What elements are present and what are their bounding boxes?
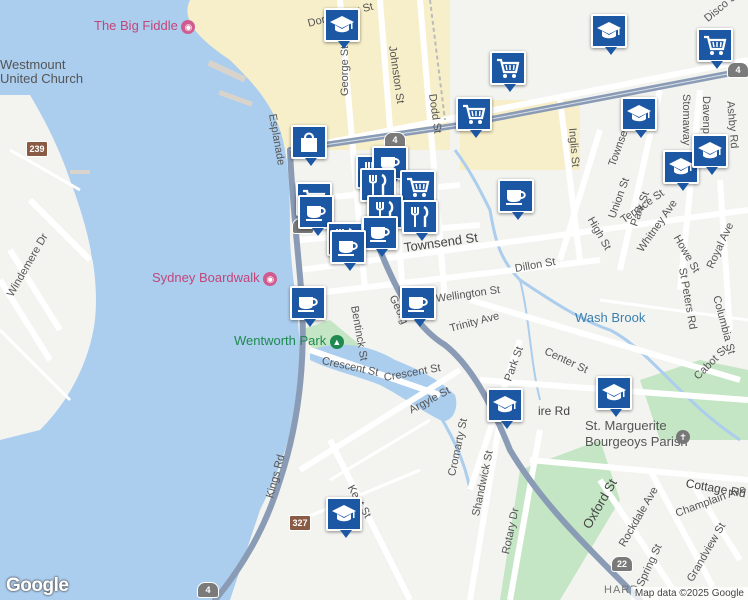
route-shield: 22: [611, 556, 633, 572]
route-shield: 4: [197, 582, 219, 598]
map-attribution[interactable]: Map data ©2025 Google: [630, 587, 748, 600]
marker-shopping[interactable]: [456, 97, 492, 138]
place-big-fiddle[interactable]: The Big Fiddle ◉: [94, 18, 196, 34]
marker-shopping[interactable]: [400, 170, 436, 211]
place-wentworth-park[interactable]: Wentworth Park ▲: [234, 333, 344, 349]
street-label: ire Rd: [538, 404, 571, 418]
marker-cafe[interactable]: [498, 179, 534, 220]
street-label: George St: [339, 45, 351, 96]
marker-cafe[interactable]: [400, 286, 436, 327]
marker-cafe[interactable]: [362, 216, 398, 257]
marker-shopping[interactable]: [291, 125, 327, 166]
street-label: Stomaway: [680, 94, 692, 146]
marker-school[interactable]: [621, 97, 657, 138]
route-shield: 239: [26, 141, 48, 157]
marker-cafe[interactable]: [330, 230, 366, 271]
map-canvas[interactable]: The Big Fiddle ◉ Westmount United Church…: [0, 0, 748, 600]
marker-school[interactable]: [692, 134, 728, 175]
camera-icon: ◉: [181, 19, 196, 34]
place-sydney-boardwalk[interactable]: Sydney Boardwalk ◉: [152, 270, 278, 286]
marker-school[interactable]: [596, 376, 632, 417]
marker-school[interactable]: [326, 497, 362, 538]
water-label-wash-brook: Wash Brook: [575, 310, 646, 325]
marker-school[interactable]: [591, 14, 627, 55]
marker-cafe[interactable]: [290, 286, 326, 327]
marker-school[interactable]: [487, 388, 523, 429]
camera-icon: ◉: [263, 271, 278, 286]
cross-icon: ✝: [676, 430, 690, 444]
marker-shopping[interactable]: [697, 28, 733, 69]
place-westmount-united-church[interactable]: Westmount United Church: [0, 58, 83, 86]
marker-school[interactable]: [324, 8, 360, 49]
tree-icon: ▲: [329, 334, 344, 349]
route-shield: 4: [727, 62, 748, 78]
google-logo: Google: [6, 575, 69, 596]
place-st-marguerite-bourgeoys-parish[interactable]: St. Marguerite Bourgeoys Parish: [585, 418, 688, 450]
marker-restaurant[interactable]: [402, 200, 438, 241]
route-shield: 327: [289, 515, 311, 531]
marker-shopping[interactable]: [490, 51, 526, 92]
